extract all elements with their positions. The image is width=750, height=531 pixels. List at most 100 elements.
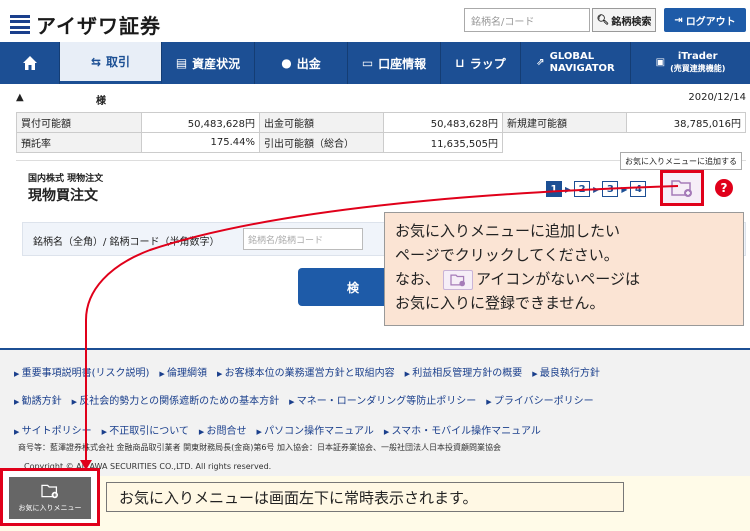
footer-link[interactable]: 倫理綱領 [159,364,207,379]
wrap-icon: ⊔ [455,56,465,70]
account-card-icon: ▭ [361,56,374,70]
footer-link[interactable]: 重要事項説明書(リスク説明) [14,364,150,379]
step-arrow-icon: ▶ [593,184,600,194]
symbol-label: 銘柄名（全角）/ 銘柄コード（半角数字） [33,237,220,248]
nav-trade[interactable]: ⇆ 取引 [60,42,162,84]
assets-icon: ▤ [175,56,188,70]
add-favorite-button[interactable] [660,170,704,206]
table-row: 預託率 175.44% 引出可能額（総合） 11,635,505円 [16,132,746,153]
order-steps: 1 ▶ 2 ▶ 3 ▶ 4 [546,181,647,197]
logo-text: アイザワ証券 [36,14,161,38]
nav-itrader-line1: iTrader [677,51,718,62]
balance-value: 11,635,505円 [383,132,503,153]
footer-link[interactable]: お客様本位の業務運営方針と取組内容 [217,364,395,379]
footer-link[interactable]: プライバシーポリシー [486,392,594,407]
nav-account-info-label: 口座情報 [378,56,427,71]
user-name-suffix: 様 [96,96,106,107]
folder-add-icon [671,180,692,197]
nav-wrap[interactable]: ⊔ ラップ [441,42,521,84]
footer-link[interactable]: サイトポリシー [14,422,92,437]
footer-link[interactable]: 不正取引について [102,422,189,437]
footer-links-row: 勧誘方針 反社会的勢力との関係遮断のための基本方針 マネー・ローンダリング等防止… [14,392,594,407]
coins-icon: ● [281,56,292,70]
site-header: アイザワ証券 銘柄名/コード 🔍︎ 銘柄検索 ⇥ ログアウト [0,0,750,42]
balance-label: 出金可能額 [258,112,385,133]
callout-text: なお、 [395,270,441,288]
balance-label: 新規建可能額 [501,112,628,133]
folder-add-icon [443,269,474,290]
home-icon [22,56,37,70]
balance-value: 50,483,628円 [140,112,260,133]
step-arrow-icon: ▶ [621,184,628,194]
favorite-menu-label: お気に入りメニュー [18,504,82,512]
nav-itrader[interactable]: ▣ iTrader (売買連携機能) [631,42,750,84]
footer-link[interactable]: スマホ・モバイル操作マニュアル [384,422,540,437]
nav-itrader-line2: (売買連携機能) [670,64,726,73]
footer-link[interactable]: お問合せ [199,422,247,437]
logout-button[interactable]: ⇥ ログアウト [664,8,746,32]
footer-link[interactable]: 勧誘方針 [14,392,62,407]
callout-text: アイコンがないページは [476,270,640,288]
empty-cell [627,133,746,153]
user-mark: ▲ [16,92,24,103]
balance-label: 引出可能額（総合） [258,132,385,153]
footer-link[interactable]: 最良執行方針 [532,364,600,379]
itrader-icon: ▣ [655,57,666,68]
symbol-input[interactable]: 銘柄名/銘柄コード [243,228,363,250]
footer-link[interactable]: 利益相反管理方針の概要 [405,364,522,379]
callout-line: お気に入りに登録できません。 [395,294,605,312]
nav-home[interactable] [0,42,60,84]
callout-line: なお、 アイコンがないページは [395,267,733,291]
nav-account-info[interactable]: ▭ 口座情報 [348,42,441,84]
search-input[interactable]: 銘柄名/コード [464,8,590,32]
balance-value: 175.44% [140,132,260,153]
folder-add-icon [41,484,58,499]
footer-links-row: 重要事項説明書(リスク説明) 倫理綱領 お客様本位の業務運営方針と取組内容 利益… [14,364,600,379]
balance-label: 預託率 [16,132,142,153]
instruction-callout: お気に入りメニューに追加したい ページでクリックしてください。 なお、 アイコンが… [384,212,744,326]
logo[interactable]: アイザワ証券 [10,10,161,39]
favorite-menu-button[interactable]: お気に入りメニュー [0,468,100,526]
step-4: 4 [630,181,647,197]
footer-links-row: サイトポリシー 不正取引について お問合せ パソコン操作マニュアル スマホ・モバ… [14,422,541,437]
main-nav: ⇆ 取引 ▤ 資産状況 ● 出金 ▭ 口座情報 ⊔ ラップ ⇗ GLOBAL NA… [0,42,750,84]
callout-line: ページでクリックしてください。 [395,246,619,264]
search-button-label: 銘柄検索 [611,16,652,28]
balance-table: 買付可能額 50,483,628円 出金可能額 50,483,628円 新規建可… [16,112,746,153]
empty-cell [502,133,627,153]
step-1: 1 [546,181,562,197]
nav-trade-label: 取引 [106,55,131,69]
current-date: 2020/12/14 [688,92,746,103]
nav-withdraw[interactable]: ● 出金 [255,42,348,84]
order-subtitle: 国内株式 現物注文 [28,174,104,184]
balance-label: 買付可能額 [16,112,142,133]
nav-wrap-label: ラップ [469,56,506,71]
balance-value: 38,785,016円 [626,112,746,133]
favorite-menu-inner: お気に入りメニュー [9,477,91,519]
help-icon: ? [715,179,733,197]
nav-assets-label: 資産状況 [192,56,241,71]
search-icon: 🔍︎ [596,14,610,26]
nav-withdraw-label: 出金 [296,56,321,71]
external-link-icon: ⇗ [536,57,545,68]
step-arrow-icon: ▶ [565,184,572,194]
search-button[interactable]: 🔍︎ 銘柄検索 [592,8,656,32]
balance-value: 50,483,628円 [383,112,503,133]
nav-global-line1: GLOBAL [549,51,595,62]
nav-assets[interactable]: ▤ 資産状況 [162,42,255,84]
nav-global-line2: NAVIGATOR [549,63,615,74]
logout-icon: ⇥ [674,14,683,26]
footer-link[interactable]: マネー・ローンダリング等防止ポリシー [289,392,477,407]
nav-global-navigator[interactable]: ⇗ GLOBAL NAVIGATOR [521,42,631,84]
help-button[interactable]: ? [706,174,742,202]
user-row: ▲ 様 2020/12/14 [16,92,746,108]
step-2: 2 [574,181,591,197]
transfer-icon: ⇆ [90,54,102,69]
page-title: 現物買注文 [28,188,98,204]
callout-line: お気に入りメニューに追加したい [395,222,621,240]
bottom-callout: お気に入りメニューは画面左下に常時表示されます。 [106,482,624,512]
footer-link[interactable]: 反社会的勢力との関係遮断のための基本方針 [72,392,279,407]
logo-mark-icon [10,14,30,35]
fav-tooltip: お気に入りメニューに追加する [620,152,742,170]
footer-link[interactable]: パソコン操作マニュアル [257,422,374,437]
